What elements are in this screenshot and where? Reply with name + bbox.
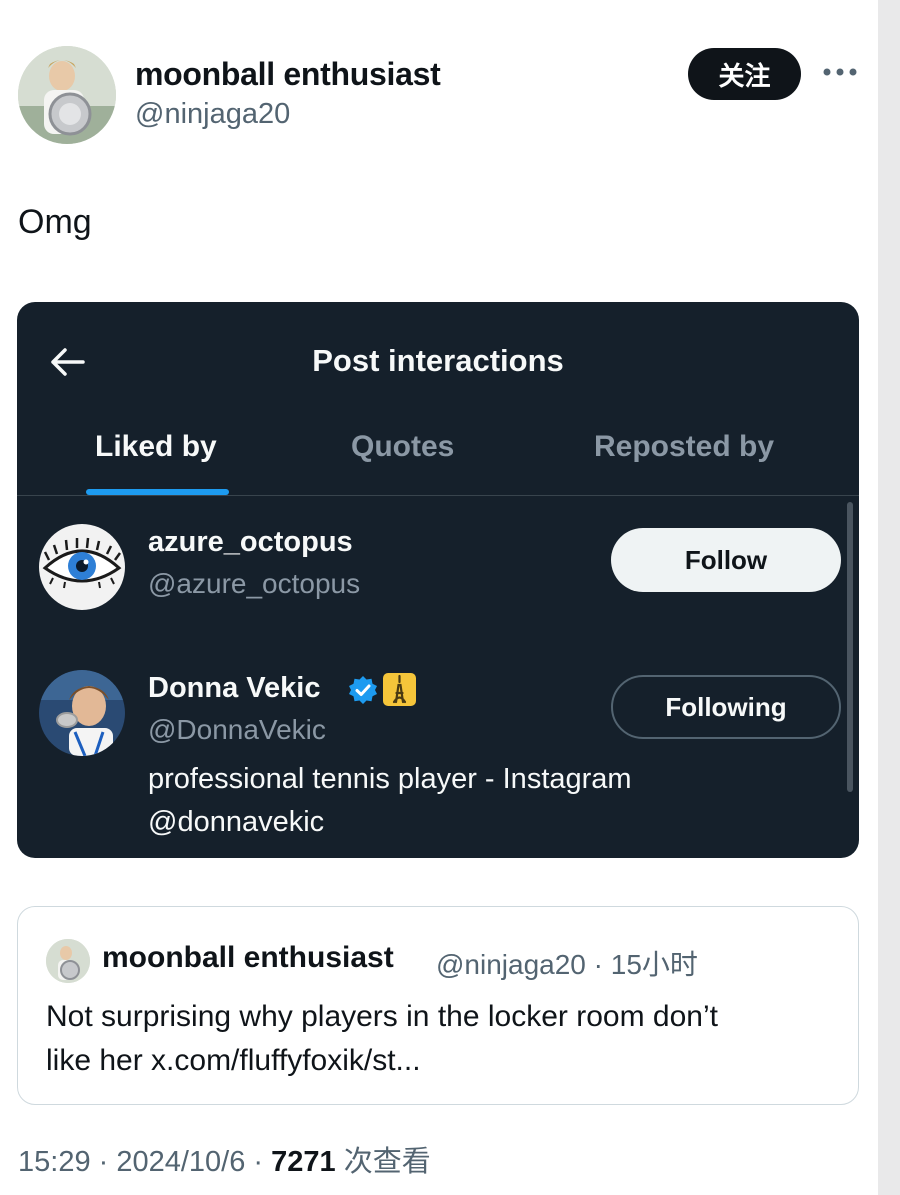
quoted-text: Not surprising why players in the locker… <box>46 995 836 1083</box>
quoted-text-line: like her x.com/fluffyfoxik/st... <box>46 1044 421 1077</box>
screen-edge-strip <box>878 0 900 1195</box>
embedded-screenshot[interactable]: Post interactions Liked by Quotes Repost… <box>17 302 859 858</box>
view-count[interactable]: 7271 <box>271 1146 336 1178</box>
tab-divider <box>17 495 859 496</box>
user-handle: @azure_octopus <box>148 568 361 599</box>
follow-button[interactable]: 关注 <box>688 48 801 100</box>
tab-quotes: Quotes <box>351 430 455 463</box>
quoted-tweet[interactable]: moonball enthusiast @ninjaga20 · 15小时 No… <box>17 906 859 1105</box>
user-avatar-azure-octopus <box>39 524 125 610</box>
verified-badge-icon <box>348 675 378 705</box>
user-name: azure_octopus <box>148 526 353 558</box>
tweet-text: Omg <box>18 203 92 241</box>
tab-reposted-by: Reposted by <box>594 430 775 463</box>
more-options-icon[interactable] <box>820 56 860 88</box>
quoted-author-avatar <box>46 939 90 983</box>
quoted-author-name: moonball enthusiast <box>102 941 394 974</box>
scrollbar <box>847 502 853 792</box>
view-count-label: 次查看 <box>335 1146 431 1178</box>
user-avatar-donna-vekic <box>39 670 125 756</box>
quoted-text-line: Not surprising why players in the locker… <box>46 1000 718 1033</box>
tab-liked-by: Liked by <box>95 430 217 463</box>
post-timestamp: 15:29 · 2024/10/6 · <box>18 1146 272 1178</box>
post-metadata: 15:29 · 2024/10/6 · 7271 次查看 <box>18 1138 431 1180</box>
following-user-button: Following <box>611 675 841 739</box>
user-bio-line: @donnavekic <box>148 806 325 838</box>
quoted-handle-time: @ninjaga20 · 15小时 <box>436 949 698 980</box>
user-name: Donna Vekic <box>148 672 321 704</box>
eiffel-tower-emoji-icon <box>383 673 416 706</box>
screenshot-title: Post interactions <box>312 343 564 378</box>
user-handle: @DonnaVekic <box>148 714 326 745</box>
user-bio-line: professional tennis player - Instagram <box>148 763 632 795</box>
follow-user-button: Follow <box>611 528 841 592</box>
author-handle[interactable]: @ninjaga20 <box>135 98 290 131</box>
author-avatar[interactable] <box>18 46 116 144</box>
author-display-name[interactable]: moonball enthusiast <box>135 56 441 93</box>
